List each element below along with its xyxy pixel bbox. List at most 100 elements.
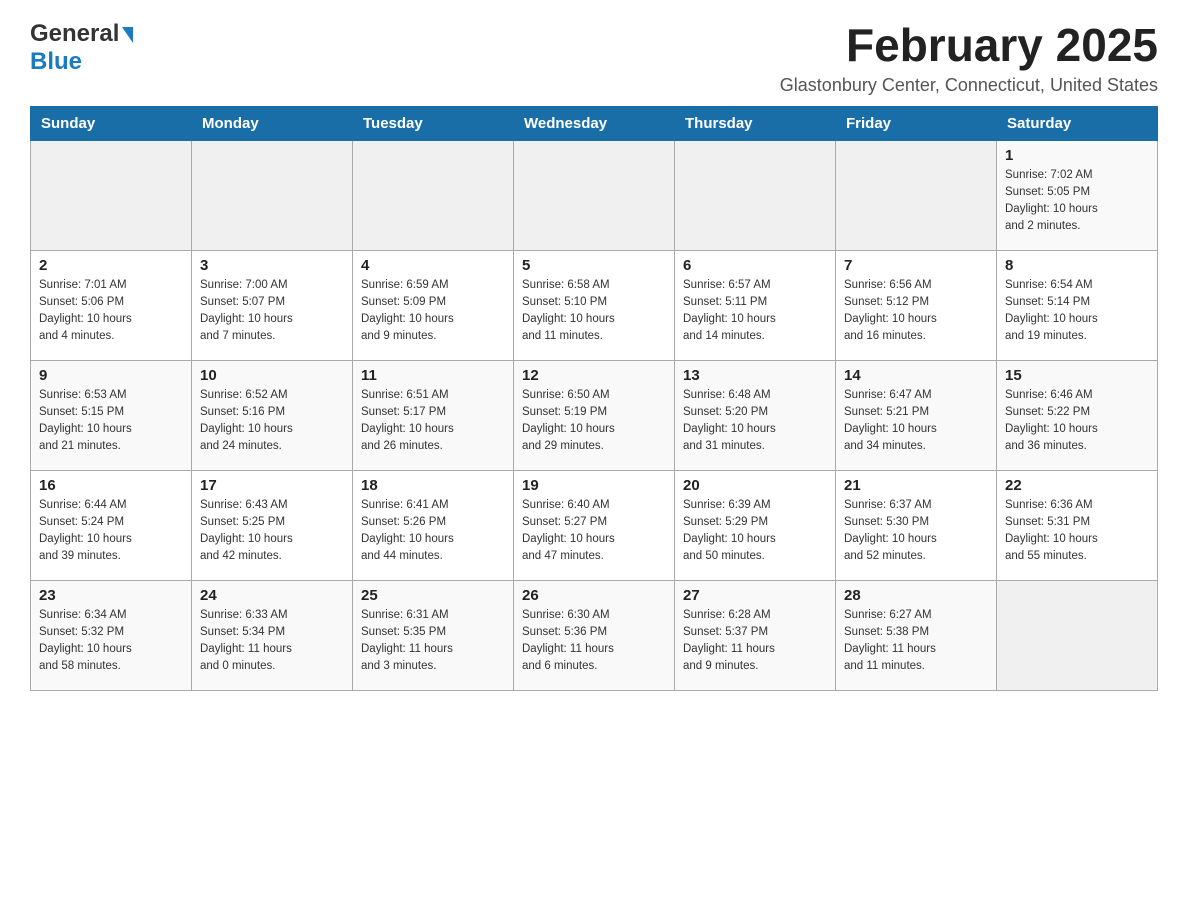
calendar-cell: 17Sunrise: 6:43 AM Sunset: 5:25 PM Dayli… — [192, 470, 353, 580]
day-info: Sunrise: 6:31 AM Sunset: 5:35 PM Dayligh… — [361, 607, 505, 676]
calendar-week-row: 16 Sunrise: 6:44 AM Sunset: 5:24 PM Dayli… — [31, 470, 1158, 580]
day-info: Sunrise: 6:46 AM Sunset: 5:22 PM Dayligh… — [1005, 387, 1149, 456]
calendar-cell: 7Sunrise: 6:56 AM Sunset: 5:12 PM Daylig… — [836, 250, 997, 360]
day-info: Sunrise: 6:30 AM Sunset: 5:36 PM Dayligh… — [522, 607, 666, 676]
calendar-cell: 23 Sunrise: 6:34 AM Sunset: 5:32 PM Dayli… — [31, 580, 192, 690]
logo: General Blue — [30, 20, 133, 76]
calendar-cell: 9 Sunrise: 6:53 AM Sunset: 5:15 PM Daylig… — [31, 360, 192, 470]
day-info: Sunrise: 6:40 AM Sunset: 5:27 PM Dayligh… — [522, 497, 666, 566]
day-number: 23 — [39, 587, 183, 604]
calendar-cell: 6Sunrise: 6:57 AM Sunset: 5:11 PM Daylig… — [675, 250, 836, 360]
calendar-cell — [514, 140, 675, 250]
calendar-header-saturday: Saturday — [997, 106, 1158, 140]
calendar-cell: 21Sunrise: 6:37 AM Sunset: 5:30 PM Dayli… — [836, 470, 997, 580]
calendar-cell: 24 Sunrise: 6:33 AM Sunset: 5:34 PM Dayli… — [192, 580, 353, 690]
day-number: 4 — [361, 257, 505, 274]
calendar-cell: 16 Sunrise: 6:44 AM Sunset: 5:24 PM Dayli… — [31, 470, 192, 580]
day-number: 27 — [683, 587, 827, 604]
day-number: 22 — [1005, 477, 1149, 494]
calendar-cell: 4 Sunrise: 6:59 AM Sunset: 5:09 PM Daylig… — [353, 250, 514, 360]
calendar-cell — [353, 140, 514, 250]
day-number: 24 — [200, 587, 344, 604]
day-number: 5 — [522, 257, 666, 274]
calendar-cell: 20Sunrise: 6:39 AM Sunset: 5:29 PM Dayli… — [675, 470, 836, 580]
calendar-cell: 5 Sunrise: 6:58 AM Sunset: 5:10 PM Daylig… — [514, 250, 675, 360]
calendar-cell: 2Sunrise: 7:01 AM Sunset: 5:06 PM Daylig… — [31, 250, 192, 360]
title-area: February 2025 Glastonbury Center, Connec… — [780, 20, 1158, 96]
day-info: Sunrise: 6:53 AM Sunset: 5:15 PM Dayligh… — [39, 387, 183, 456]
calendar-cell: 15 Sunrise: 6:46 AM Sunset: 5:22 PM Dayli… — [997, 360, 1158, 470]
calendar-cell: 10 Sunrise: 6:52 AM Sunset: 5:16 PM Dayli… — [192, 360, 353, 470]
calendar-cell: 26 Sunrise: 6:30 AM Sunset: 5:36 PM Dayli… — [514, 580, 675, 690]
calendar-week-row: 2Sunrise: 7:01 AM Sunset: 5:06 PM Daylig… — [31, 250, 1158, 360]
calendar-header-friday: Friday — [836, 106, 997, 140]
calendar-cell: 8 Sunrise: 6:54 AM Sunset: 5:14 PM Daylig… — [997, 250, 1158, 360]
calendar-header-monday: Monday — [192, 106, 353, 140]
calendar-cell: 27 Sunrise: 6:28 AM Sunset: 5:37 PM Dayli… — [675, 580, 836, 690]
day-info: Sunrise: 6:52 AM Sunset: 5:16 PM Dayligh… — [200, 387, 344, 456]
day-number: 15 — [1005, 367, 1149, 384]
day-info: Sunrise: 6:59 AM Sunset: 5:09 PM Dayligh… — [361, 277, 505, 346]
day-info: Sunrise: 6:27 AM Sunset: 5:38 PM Dayligh… — [844, 607, 988, 676]
calendar-cell: 14 Sunrise: 6:47 AM Sunset: 5:21 PM Dayli… — [836, 360, 997, 470]
day-number: 2 — [39, 257, 183, 274]
logo-triangle-icon — [122, 27, 133, 43]
calendar-table: SundayMondayTuesdayWednesdayThursdayFrid… — [30, 106, 1158, 691]
day-number: 26 — [522, 587, 666, 604]
calendar-cell: 25 Sunrise: 6:31 AM Sunset: 5:35 PM Dayli… — [353, 580, 514, 690]
day-info: Sunrise: 6:48 AM Sunset: 5:20 PM Dayligh… — [683, 387, 827, 456]
calendar-header-sunday: Sunday — [31, 106, 192, 140]
day-number: 8 — [1005, 257, 1149, 274]
day-info: Sunrise: 6:28 AM Sunset: 5:37 PM Dayligh… — [683, 607, 827, 676]
calendar-cell — [836, 140, 997, 250]
calendar-cell: 28 Sunrise: 6:27 AM Sunset: 5:38 PM Dayli… — [836, 580, 997, 690]
day-number: 25 — [361, 587, 505, 604]
day-info: Sunrise: 6:33 AM Sunset: 5:34 PM Dayligh… — [200, 607, 344, 676]
day-number: 11 — [361, 367, 505, 384]
logo-blue-text: Blue — [30, 48, 82, 75]
day-info: Sunrise: 6:41 AM Sunset: 5:26 PM Dayligh… — [361, 497, 505, 566]
calendar-cell: 1 Sunrise: 7:02 AM Sunset: 5:05 PM Daylig… — [997, 140, 1158, 250]
calendar-cell — [675, 140, 836, 250]
calendar-week-row: 9 Sunrise: 6:53 AM Sunset: 5:15 PM Daylig… — [31, 360, 1158, 470]
day-number: 10 — [200, 367, 344, 384]
day-info: Sunrise: 6:58 AM Sunset: 5:10 PM Dayligh… — [522, 277, 666, 346]
day-info: Sunrise: 6:34 AM Sunset: 5:32 PM Dayligh… — [39, 607, 183, 676]
calendar-cell — [31, 140, 192, 250]
calendar-cell: 22 Sunrise: 6:36 AM Sunset: 5:31 PM Dayli… — [997, 470, 1158, 580]
month-title: February 2025 — [780, 20, 1158, 71]
day-number: 16 — [39, 477, 183, 494]
day-number: 13 — [683, 367, 827, 384]
day-info: Sunrise: 6:50 AM Sunset: 5:19 PM Dayligh… — [522, 387, 666, 456]
location-subtitle: Glastonbury Center, Connecticut, United … — [780, 75, 1158, 96]
day-info: Sunrise: 6:54 AM Sunset: 5:14 PM Dayligh… — [1005, 277, 1149, 346]
day-number: 12 — [522, 367, 666, 384]
calendar-week-row: 1 Sunrise: 7:02 AM Sunset: 5:05 PM Daylig… — [31, 140, 1158, 250]
calendar-cell: 3 Sunrise: 7:00 AM Sunset: 5:07 PM Daylig… — [192, 250, 353, 360]
day-number: 19 — [522, 477, 666, 494]
calendar-header-row: SundayMondayTuesdayWednesdayThursdayFrid… — [31, 106, 1158, 140]
day-info: Sunrise: 7:00 AM Sunset: 5:07 PM Dayligh… — [200, 277, 344, 346]
calendar-cell — [997, 580, 1158, 690]
day-number: 14 — [844, 367, 988, 384]
day-info: Sunrise: 6:51 AM Sunset: 5:17 PM Dayligh… — [361, 387, 505, 456]
day-info: Sunrise: 6:36 AM Sunset: 5:31 PM Dayligh… — [1005, 497, 1149, 566]
day-number: 7 — [844, 257, 988, 274]
day-info: Sunrise: 6:39 AM Sunset: 5:29 PM Dayligh… — [683, 497, 827, 566]
calendar-week-row: 23 Sunrise: 6:34 AM Sunset: 5:32 PM Dayli… — [31, 580, 1158, 690]
day-info: Sunrise: 6:47 AM Sunset: 5:21 PM Dayligh… — [844, 387, 988, 456]
day-number: 9 — [39, 367, 183, 384]
day-info: Sunrise: 6:37 AM Sunset: 5:30 PM Dayligh… — [844, 497, 988, 566]
day-number: 18 — [361, 477, 505, 494]
day-info: Sunrise: 6:43 AM Sunset: 5:25 PM Dayligh… — [200, 497, 344, 566]
calendar-cell: 18 Sunrise: 6:41 AM Sunset: 5:26 PM Dayli… — [353, 470, 514, 580]
day-number: 28 — [844, 587, 988, 604]
day-number: 3 — [200, 257, 344, 274]
calendar-cell: 13 Sunrise: 6:48 AM Sunset: 5:20 PM Dayli… — [675, 360, 836, 470]
logo-general-text: General — [30, 20, 119, 48]
day-number: 1 — [1005, 147, 1149, 164]
day-info: Sunrise: 7:02 AM Sunset: 5:05 PM Dayligh… — [1005, 167, 1149, 236]
calendar-header-tuesday: Tuesday — [353, 106, 514, 140]
day-info: Sunrise: 6:44 AM Sunset: 5:24 PM Dayligh… — [39, 497, 183, 566]
calendar-cell — [192, 140, 353, 250]
